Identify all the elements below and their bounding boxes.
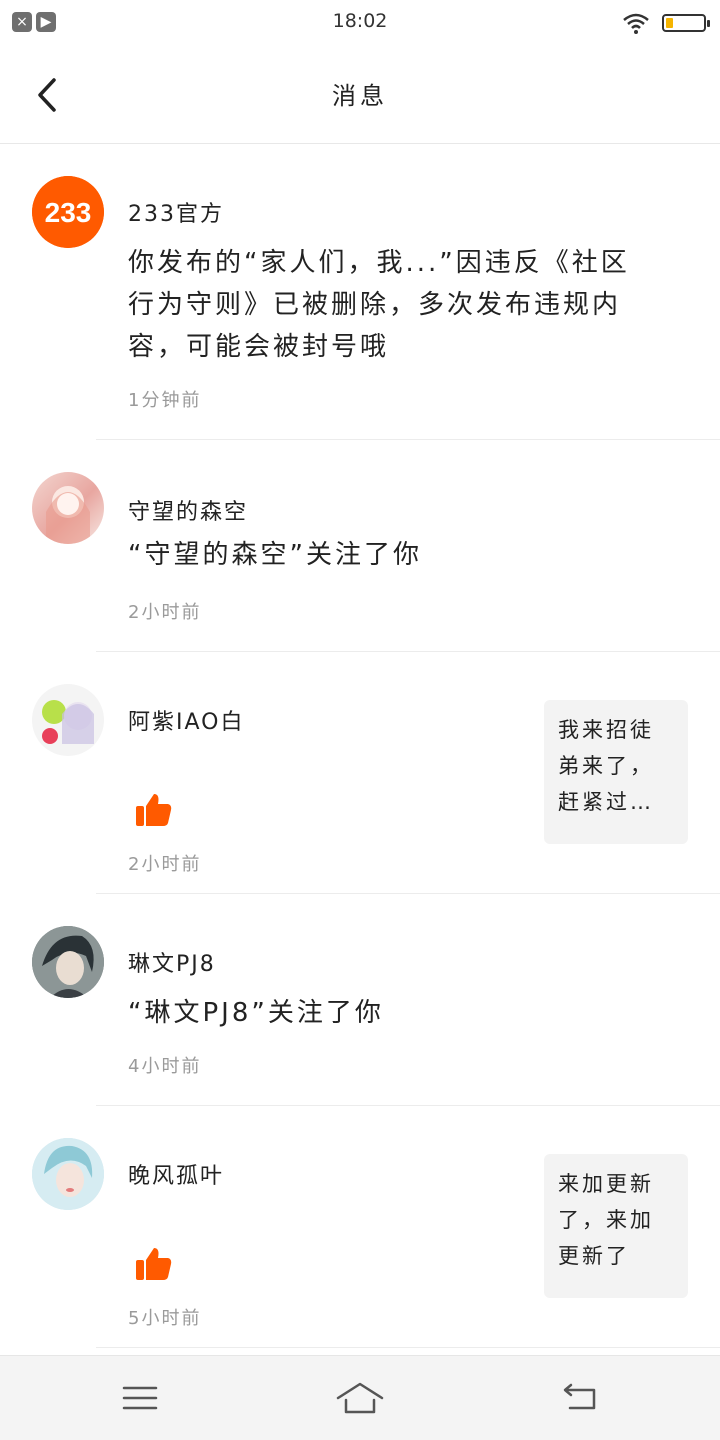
list-item[interactable]: 233 233官方 你发布的“家人们，我...”因违反《社区行为守则》已被删除，… bbox=[0, 144, 720, 440]
sender-name: 琳文PJ8 bbox=[128, 952, 216, 977]
divider bbox=[96, 1347, 720, 1348]
system-navigation-bar bbox=[0, 1355, 720, 1440]
user-avatar-icon bbox=[32, 1138, 104, 1210]
battery-level bbox=[666, 18, 673, 28]
sender-name: 阿紫IAO白 bbox=[128, 710, 245, 735]
sender-name: 233官方 bbox=[128, 202, 224, 227]
message-time: 5小时前 bbox=[128, 1308, 202, 1329]
message-time: 2小时前 bbox=[128, 602, 202, 623]
message-list: 233 233官方 你发布的“家人们，我...”因违反《社区行为守则》已被删除，… bbox=[0, 144, 720, 1348]
thumbs-up-icon bbox=[136, 1248, 172, 1280]
quoted-post-preview[interactable]: 来加更新了，来加更新了 bbox=[544, 1154, 688, 1298]
message-time: 4小时前 bbox=[128, 1056, 202, 1077]
brand-logo-icon: 233 bbox=[32, 176, 104, 248]
message-text: 你发布的“家人们，我...”因违反《社区行为守则》已被删除，多次发布违规内容，可… bbox=[128, 248, 630, 362]
avatar[interactable] bbox=[32, 684, 104, 756]
avatar[interactable] bbox=[32, 926, 104, 998]
message-text: “琳文PJ8”关注了你 bbox=[128, 998, 384, 1028]
svg-text:233: 233 bbox=[45, 197, 92, 228]
avatar[interactable] bbox=[32, 472, 104, 544]
quoted-post-preview[interactable]: 我来招徒弟来了，赶紧过… bbox=[544, 700, 688, 844]
sender-name: 晚风孤叶 bbox=[128, 1164, 225, 1189]
list-item[interactable]: 琳文PJ8 “琳文PJ8”关注了你 4小时前 bbox=[0, 894, 720, 1106]
status-bar: × ▶ 18:02 bbox=[0, 0, 720, 44]
message-text: “守望的森空”关注了你 bbox=[128, 540, 422, 570]
avatar[interactable]: 233 bbox=[32, 176, 104, 248]
page-title: 消息 bbox=[332, 82, 388, 110]
user-avatar-icon bbox=[42, 700, 94, 744]
header: 消息 bbox=[0, 44, 720, 144]
menu-icon[interactable] bbox=[120, 1378, 160, 1418]
avatar[interactable] bbox=[32, 1138, 104, 1210]
user-avatar-icon bbox=[46, 486, 90, 544]
battery-icon bbox=[662, 14, 710, 32]
list-item[interactable]: 守望的森空 “守望的森空”关注了你 2小时前 bbox=[0, 440, 720, 652]
message-time: 2小时前 bbox=[128, 854, 202, 875]
back-icon[interactable] bbox=[560, 1378, 600, 1418]
home-icon[interactable] bbox=[336, 1378, 384, 1418]
sender-name: 守望的森空 bbox=[128, 500, 249, 525]
wifi-icon bbox=[623, 13, 649, 34]
status-time: 18:02 bbox=[332, 10, 388, 32]
list-item[interactable]: 阿紫IAO白 2小时前 我来招徒弟来了，赶紧过… bbox=[0, 652, 720, 894]
user-avatar-icon bbox=[32, 926, 104, 998]
list-item[interactable]: 晚风孤叶 5小时前 来加更新了，来加更新了 bbox=[0, 1106, 720, 1348]
message-time: 1分钟前 bbox=[128, 390, 202, 411]
thumbs-up-icon bbox=[136, 794, 172, 826]
